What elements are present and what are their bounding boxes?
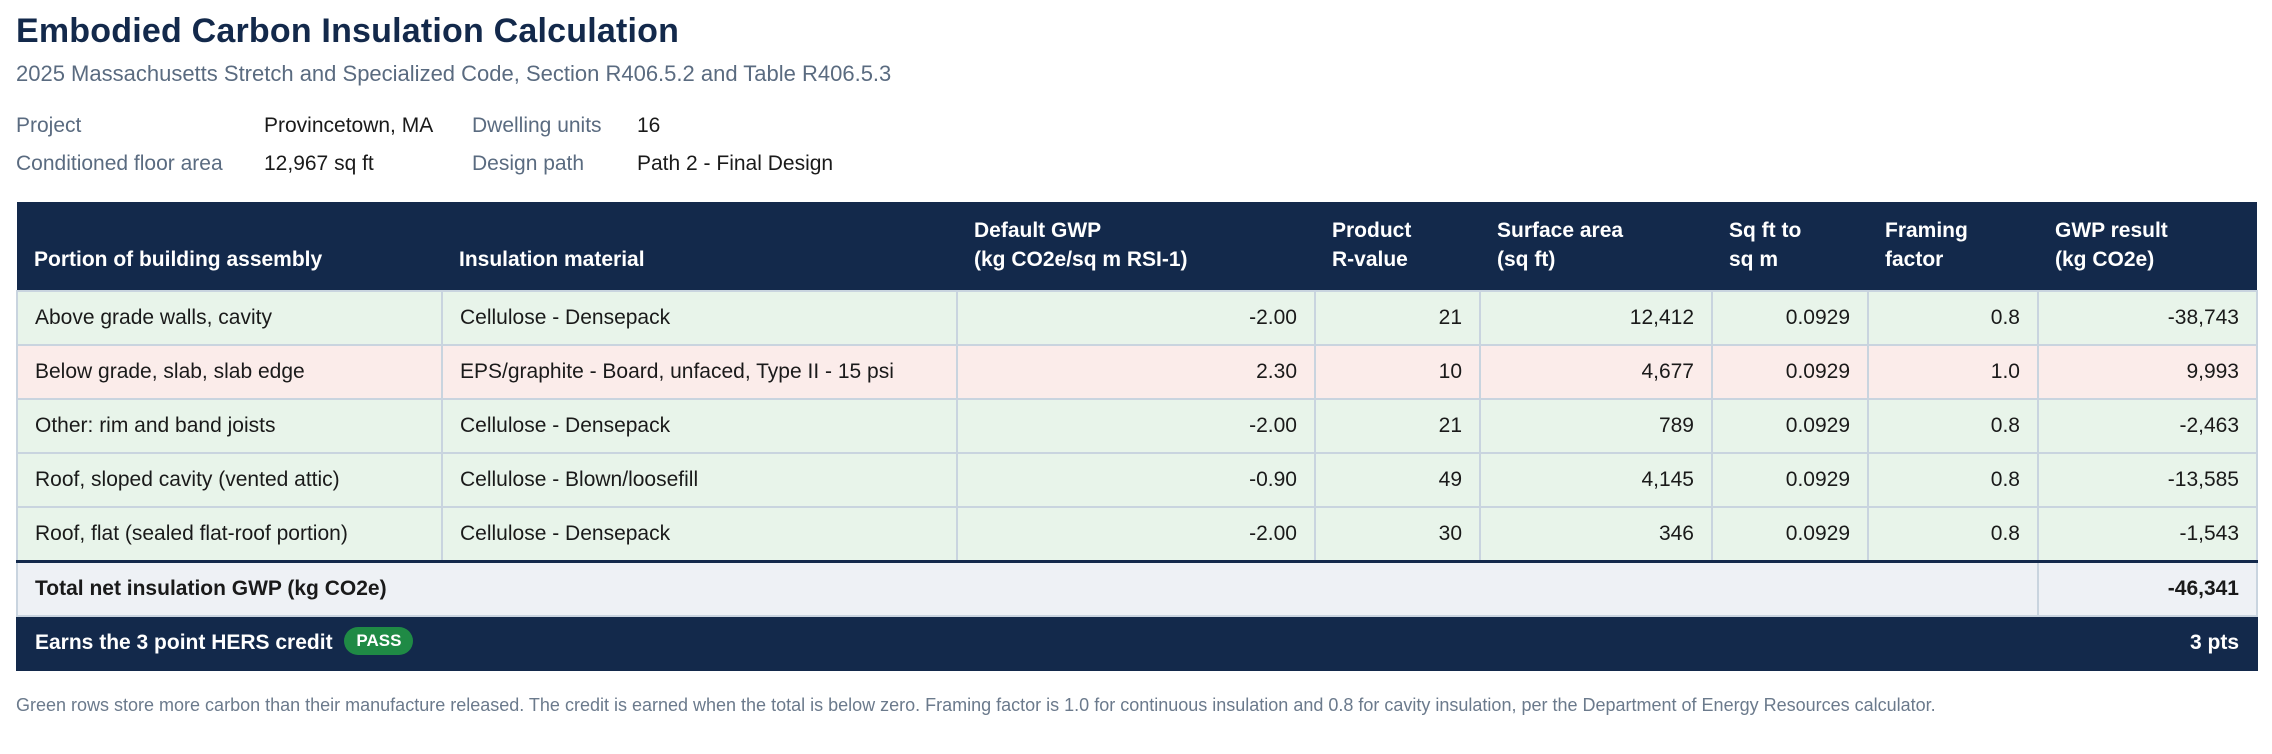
table-row: Other: rim and band joists Cellulose - De… [16,398,2258,454]
table-row: Roof, flat (sealed flat-roof portion) Cel… [16,506,2258,563]
cell-conversion: 0.0929 [1711,344,1869,400]
cell-portion: Roof, sloped cavity (vented attic) [16,452,443,508]
dwelling-units-value: 16 [637,114,661,137]
cell-framing-factor: 0.8 [1867,398,2039,454]
cell-material: Cellulose - Densepack [441,290,958,346]
design-path-value: Path 2 - Final Design [637,152,834,175]
table-row: Below grade, slab, slab edge EPS/graphite… [16,344,2258,400]
cell-material: Cellulose - Blown/loosefill [441,452,958,508]
header-gwp-result: GWP result (kg CO2e) [2038,202,2257,291]
project-value: Provincetown, MA [264,114,434,137]
project-meta: Project Provincetown, MA Dwelling units … [16,112,2256,178]
table-header-row: Portion of building assembly Insulation … [17,202,2257,291]
cell-default-gwp: 2.30 [956,344,1316,400]
cell-conversion: 0.0929 [1711,290,1869,346]
footnote: Green rows store more carbon than their … [16,695,1936,715]
dwelling-units-label: Dwelling units [472,114,602,137]
cell-framing-factor: 0.8 [1867,452,2039,508]
cell-r-value: 30 [1314,506,1481,563]
cell-conversion: 0.0929 [1711,452,1869,508]
floor-area-value: 12,967 sq ft [264,152,374,175]
header-default-gwp: Default GWP (kg CO2e/sq m RSI-1) [957,202,1315,291]
cell-material: EPS/graphite - Board, unfaced, Type II -… [441,344,958,400]
design-path-label: Design path [472,152,585,175]
cell-conversion: 0.0929 [1711,398,1869,454]
cell-material: Cellulose - Densepack [441,506,958,563]
credit-row: Earns the 3 point HERS credit PASS 3 pts [16,615,2258,671]
cell-gwp-result: 9,993 [2037,344,2258,400]
credit-cell: Earns the 3 point HERS credit PASS [16,615,2039,671]
cell-conversion: 0.0929 [1711,506,1869,563]
table-row: Above grade walls, cavity Cellulose - Den… [16,290,2258,346]
cell-r-value: 10 [1314,344,1481,400]
table-row: Roof, sloped cavity (vented attic) Cellul… [16,452,2258,508]
floor-area-label: Conditioned floor area [16,152,223,175]
page-title: Embodied Carbon Insulation Calculation [16,12,680,50]
cell-gwp-result: -2,463 [2037,398,2258,454]
header-r-value: Product R-value [1315,202,1480,291]
credit-value: 3 pts [2037,615,2258,671]
total-label: Total net insulation GWP (kg CO2e) [16,560,2039,617]
cell-material: Cellulose - Densepack [441,398,958,454]
cell-r-value: 21 [1314,398,1481,454]
header-portion: Portion of building assembly [17,202,442,291]
total-row: Total net insulation GWP (kg CO2e) -46,3… [16,560,2258,617]
gwp-calculation-table: Portion of building assembly Insulation … [16,202,2258,671]
header-material: Insulation material [442,202,957,291]
cell-portion: Above grade walls, cavity [16,290,443,346]
project-label: Project [16,114,82,137]
cell-surface-area: 12,412 [1479,290,1713,346]
header-conversion: Sq ft to sq m [1712,202,1868,291]
cell-surface-area: 4,677 [1479,344,1713,400]
cell-portion: Other: rim and band joists [16,398,443,454]
header-surface-area: Surface area (sq ft) [1480,202,1712,291]
header-framing-factor: Framing factor [1868,202,2038,291]
cell-portion: Roof, flat (sealed flat-roof portion) [16,506,443,563]
page: Embodied Carbon Insulation Calculation 2… [0,0,2272,717]
cell-r-value: 49 [1314,452,1481,508]
total-value: -46,341 [2037,560,2258,617]
cell-framing-factor: 1.0 [1867,344,2039,400]
cell-portion: Below grade, slab, slab edge [16,344,443,400]
credit-label: Earns the 3 point HERS credit [35,631,333,654]
cell-r-value: 21 [1314,290,1481,346]
cell-default-gwp: -0.90 [956,452,1316,508]
cell-default-gwp: -2.00 [956,398,1316,454]
cell-gwp-result: -13,585 [2037,452,2258,508]
cell-framing-factor: 0.8 [1867,290,2039,346]
cell-surface-area: 789 [1479,398,1713,454]
cell-surface-area: 346 [1479,506,1713,563]
cell-surface-area: 4,145 [1479,452,1713,508]
cell-default-gwp: -2.00 [956,506,1316,563]
cell-default-gwp: -2.00 [956,290,1316,346]
page-subtitle: 2025 Massachusetts Stretch and Specializ… [16,61,892,86]
cell-gwp-result: -1,543 [2037,506,2258,563]
pass-badge: PASS [344,627,414,656]
cell-gwp-result: -38,743 [2037,290,2258,346]
cell-framing-factor: 0.8 [1867,506,2039,563]
